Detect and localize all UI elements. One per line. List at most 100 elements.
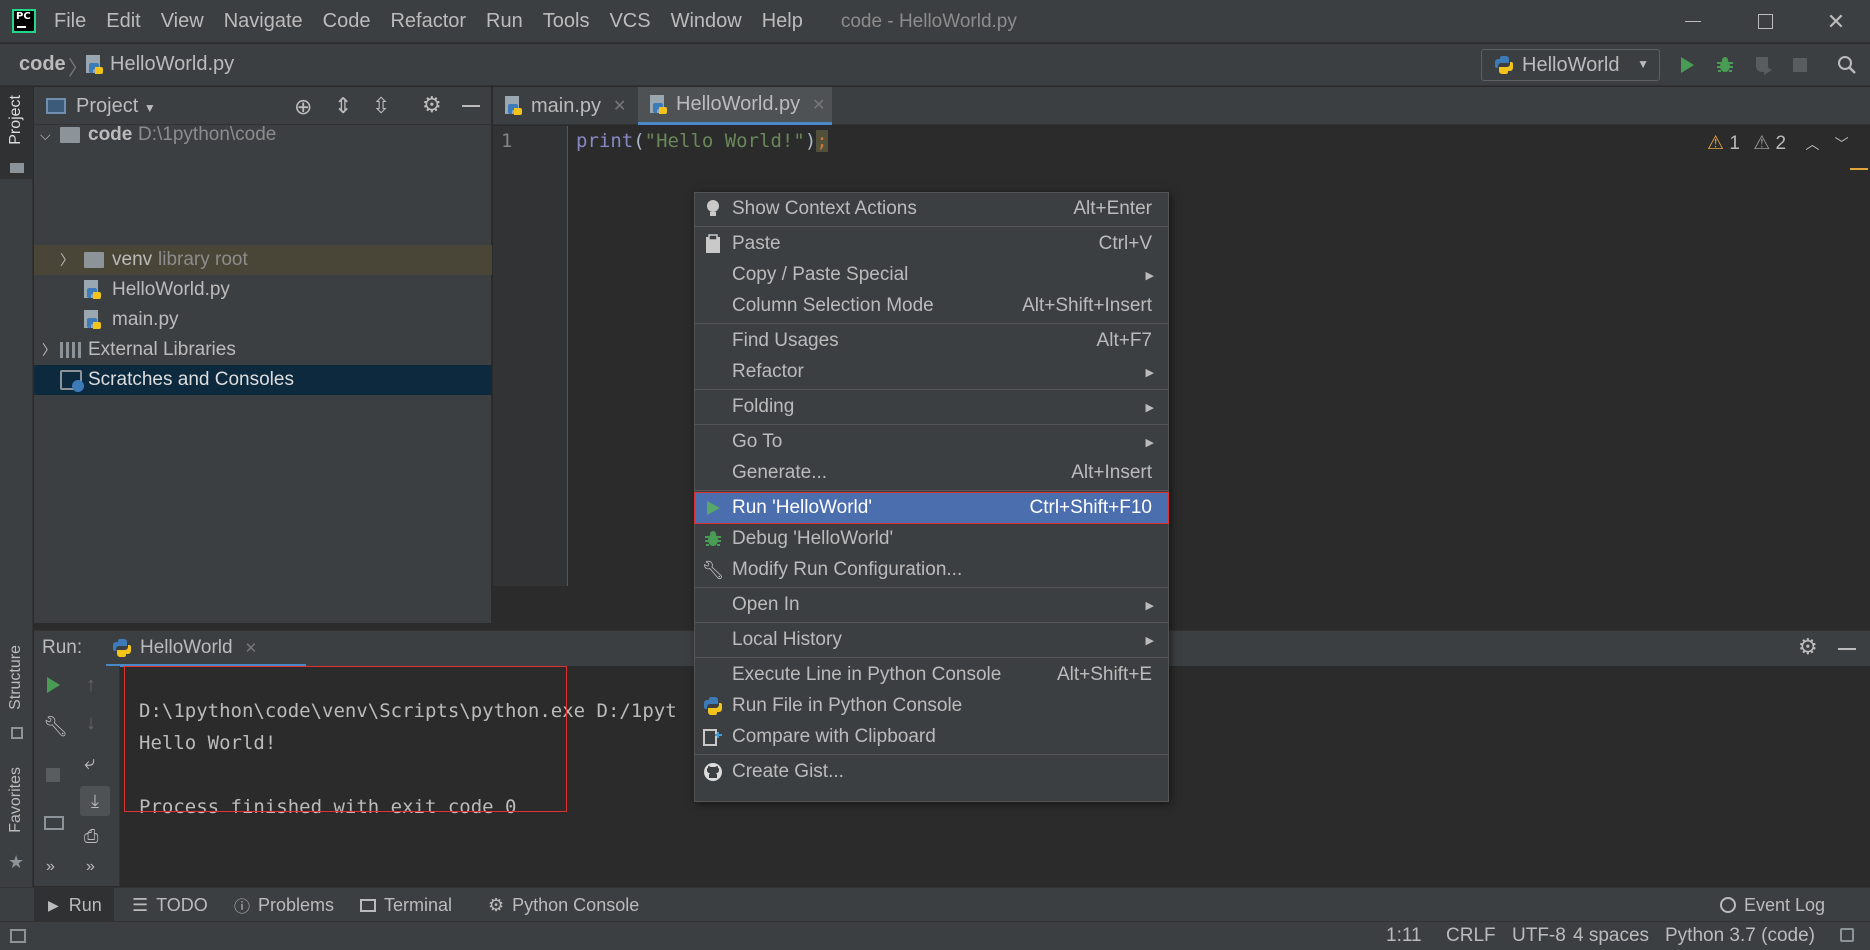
tool-tab-problems[interactable]: ⓘ Problems [234, 888, 334, 922]
structure-tool-button[interactable]: Structure [0, 645, 33, 745]
chevron-down-icon[interactable]: ⌵ [40, 127, 51, 144]
status-indent[interactable]: 4 spaces [1573, 925, 1649, 947]
stop-icon[interactable] [46, 768, 60, 782]
chevron-right-icon[interactable]: 〉 [42, 340, 56, 360]
menu-window[interactable]: Window [671, 10, 742, 33]
menu-item-open-in[interactable]: Open In ▶ [695, 590, 1168, 620]
menu-item-copy-paste-special[interactable]: Copy / Paste Special ▶ [695, 260, 1168, 290]
tool-tab-terminal[interactable]: Terminal [360, 888, 452, 922]
run-tab-helloworld[interactable]: HelloWorld ✕ [106, 631, 306, 667]
tree-item-external-libraries[interactable]: 〉 External Libraries [34, 335, 492, 365]
menu-refactor[interactable]: Refactor [390, 10, 466, 33]
more-icon[interactable]: » [46, 858, 55, 876]
tree-item-venv[interactable]: 〉 venv library root [34, 245, 492, 275]
menu-item-label: Debug 'HelloWorld' [732, 528, 894, 549]
gear-icon[interactable]: ⚙ [422, 92, 442, 118]
minimize-button[interactable] [1663, 0, 1723, 43]
close-icon[interactable]: ✕ [245, 639, 258, 657]
chevron-up-icon[interactable]: ︿ [1805, 136, 1819, 152]
menu-view[interactable]: View [161, 10, 204, 33]
menu-tools[interactable]: Tools [543, 10, 590, 33]
search-everywhere-button[interactable] [1832, 50, 1862, 80]
menu-edit[interactable]: Edit [106, 10, 140, 33]
menu-item-label: Modify Run Configuration... [732, 559, 963, 580]
toggle-tool-windows-icon[interactable] [10, 929, 26, 943]
menu-item-run-helloworld[interactable]: Run 'HelloWorld' Ctrl+Shift+F10 [694, 492, 1169, 524]
menu-run[interactable]: Run [486, 10, 523, 33]
chevron-down-icon[interactable]: ﹀ [1835, 136, 1849, 152]
chevron-right-icon[interactable]: 〉 [60, 250, 74, 270]
soft-wrap-icon[interactable]: ⤶ [84, 752, 95, 775]
debug-button[interactable] [1710, 50, 1740, 80]
close-icon[interactable]: ✕ [613, 96, 626, 116]
menu-item-column-selection-mode[interactable]: Column Selection Mode Alt+Shift+Insert [695, 291, 1168, 321]
python-file-icon [86, 55, 104, 75]
breadcrumb-project[interactable]: code [19, 53, 66, 76]
menu-vcs[interactable]: VCS [609, 10, 650, 33]
breadcrumb-file[interactable]: HelloWorld.py [110, 53, 234, 76]
coverage-button[interactable] [1748, 50, 1778, 80]
menu-item-shortcut: Ctrl+Shift+F10 [1029, 497, 1153, 518]
collapse-all-icon[interactable]: ⇳ [372, 93, 390, 119]
hide-panel-icon[interactable] [462, 105, 480, 107]
list-icon: ☰ [132, 894, 149, 915]
status-encoding[interactable]: UTF-8 [1512, 925, 1566, 947]
tab-helloworld-py[interactable]: HelloWorld.py ✕ [638, 87, 832, 125]
arrow-up-icon[interactable]: ↑ [86, 674, 96, 697]
lock-icon[interactable] [1840, 928, 1854, 942]
layout-icon[interactable] [44, 816, 64, 830]
tree-item-helloworld-py[interactable]: HelloWorld.py [34, 275, 492, 305]
close-icon[interactable]: ✕ [812, 95, 825, 115]
tool-tab-event-log[interactable]: Event Log [1720, 888, 1825, 922]
menu-item-execute-line-in-console[interactable]: Execute Line in Python Console Alt+Shift… [695, 660, 1168, 690]
menu-item-show-context-actions[interactable]: Show Context Actions Alt+Enter [695, 194, 1168, 224]
project-view-selector[interactable]: Project ▼ [76, 95, 156, 118]
tree-item-scratches[interactable]: Scratches and Consoles [34, 365, 492, 395]
menu-item-debug-helloworld[interactable]: Debug 'HelloWorld' [695, 524, 1168, 554]
project-tool-button[interactable]: Project [0, 87, 33, 179]
arrow-down-icon[interactable]: ↓ [86, 712, 96, 735]
menu-item-local-history[interactable]: Local History ▶ [695, 625, 1168, 655]
menu-item-modify-run-configuration[interactable]: 🔧︎ Modify Run Configuration... [695, 555, 1168, 585]
menu-item-go-to[interactable]: Go To ▶ [695, 427, 1168, 457]
menu-navigate[interactable]: Navigate [224, 10, 303, 33]
code-line[interactable]: print("Hello World!"); [576, 130, 828, 152]
menu-help[interactable]: Help [762, 10, 803, 33]
error-stripe-mark[interactable] [1850, 168, 1868, 170]
status-interpreter[interactable]: Python 3.7 (code) [1665, 925, 1815, 947]
expand-all-icon[interactable]: ⇕ [334, 93, 352, 119]
locate-icon[interactable]: ⊕ [294, 94, 312, 120]
wrench-icon[interactable]: 🔧︎ [43, 714, 68, 739]
tab-main-py[interactable]: main.py ✕ [493, 87, 637, 125]
menu-code[interactable]: Code [323, 10, 371, 33]
inspection-widget[interactable]: ⚠ 1 ⚠ 2 ︿ ﹀ [1707, 132, 1849, 155]
menu-item-folding[interactable]: Folding ▶ [695, 392, 1168, 422]
run-configuration-selector[interactable]: HelloWorld ▼ [1481, 49, 1660, 81]
tree-item-main-py[interactable]: main.py [34, 305, 492, 335]
close-window-button[interactable]: ✕ [1806, 0, 1866, 43]
status-line-separator[interactable]: CRLF [1446, 925, 1496, 947]
tree-item-code[interactable]: ⌵ code D:\1python\code [34, 120, 492, 150]
status-caret-position[interactable]: 1:11 [1386, 925, 1422, 947]
menu-item-paste[interactable]: Paste Ctrl+V [695, 229, 1168, 259]
more-icon[interactable]: » [86, 858, 95, 876]
maximize-button[interactable] [1735, 0, 1795, 43]
gear-icon[interactable]: ⚙ [1798, 634, 1818, 660]
run-button[interactable] [1672, 50, 1702, 80]
menu-item-run-file-in-console[interactable]: Run File in Python Console [695, 691, 1168, 721]
menu-item-compare-with-clipboard[interactable]: Compare with Clipboard [695, 722, 1168, 752]
hide-panel-icon[interactable] [1838, 648, 1856, 650]
menu-file[interactable]: File [54, 10, 86, 33]
print-icon[interactable]: ⎙ [84, 826, 98, 847]
menu-item-refactor[interactable]: Refactor ▶ [695, 357, 1168, 387]
menu-item-create-gist[interactable]: Create Gist... [695, 757, 1168, 787]
tool-tab-todo[interactable]: ☰ TODO [132, 888, 208, 922]
stop-button[interactable] [1785, 50, 1815, 80]
favorites-tool-button[interactable]: Favorites ★ [0, 767, 33, 877]
menu-item-generate[interactable]: Generate... Alt+Insert [695, 458, 1168, 488]
rerun-icon[interactable] [44, 676, 62, 700]
tool-tab-python-console[interactable]: ⚙ Python Console [488, 888, 639, 922]
menu-item-find-usages[interactable]: Find Usages Alt+F7 [695, 326, 1168, 356]
scroll-to-end-icon[interactable]: ⤓ [80, 786, 110, 816]
tool-tab-run[interactable]: ▶ Run [34, 888, 114, 922]
